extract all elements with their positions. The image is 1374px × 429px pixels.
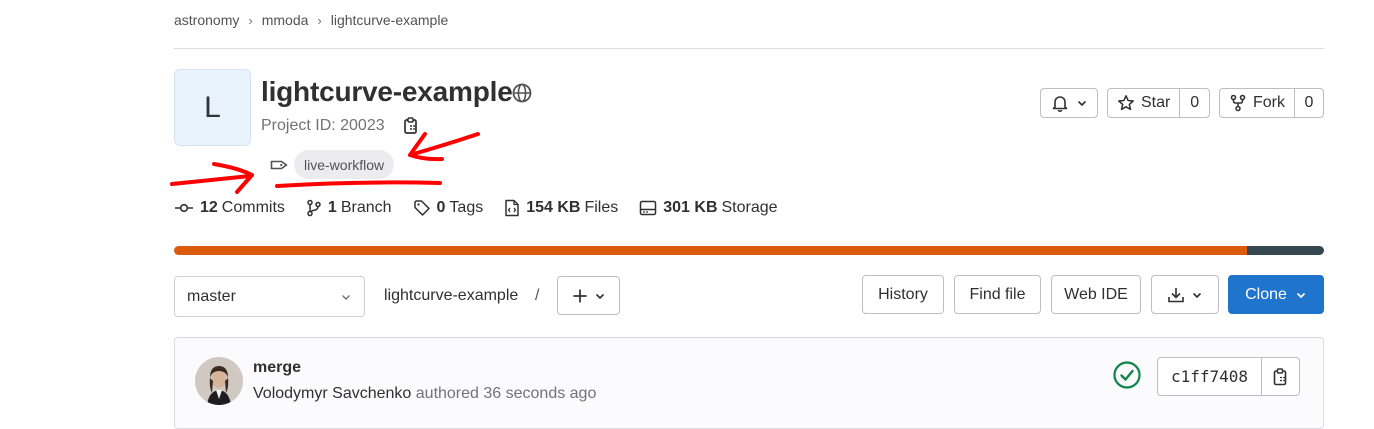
clone-label: Clone (1245, 285, 1287, 303)
download-dropdown[interactable] (1151, 275, 1219, 314)
stat-tags[interactable]: 0 Tags (413, 199, 484, 217)
history-button[interactable]: History (862, 275, 944, 314)
commit-sha-group: c1ff7408 (1157, 357, 1301, 396)
project-avatar-letter: L (204, 90, 221, 124)
stat-value: 1 (327, 199, 337, 216)
author-avatar[interactable] (195, 357, 243, 405)
fork-count[interactable]: 0 (1295, 94, 1323, 112)
commit-icon (175, 203, 193, 213)
doc-code-icon (505, 199, 519, 217)
breadcrumb-separator: › (248, 12, 253, 28)
language-segment[interactable] (1246, 246, 1324, 255)
star-icon (1118, 95, 1134, 111)
star-button[interactable]: Star 0 (1107, 88, 1210, 118)
chevron-down-icon (342, 294, 350, 300)
project-stats: 12 Commits 1 Branch 0 Tags 154 KB Files (174, 196, 799, 220)
globe-icon (512, 83, 532, 103)
copy-project-id-icon[interactable] (401, 116, 421, 136)
fork-label: Fork (1253, 94, 1285, 111)
star-label-section[interactable]: Star (1108, 89, 1181, 117)
notification-dropdown[interactable] (1040, 88, 1098, 118)
stat-branches[interactable]: 1 Branch (306, 199, 392, 217)
pipeline-status-passed-icon[interactable] (1112, 360, 1142, 390)
fork-icon (1230, 94, 1246, 112)
commit-sha[interactable]: c1ff7408 (1158, 358, 1263, 395)
last-commit-panel: merge Volodymyr Savchenko authored 36 se… (174, 337, 1324, 429)
annotation-underline (275, 180, 442, 188)
stat-label: Storage (721, 199, 778, 216)
language-segment[interactable] (174, 246, 1247, 255)
fork-button[interactable]: Fork 0 (1219, 88, 1324, 118)
clone-dropdown-button[interactable]: Clone (1228, 275, 1324, 314)
branch-selector[interactable]: master (174, 276, 365, 317)
tag-label-icon (270, 160, 288, 170)
breadcrumb-separator: › (317, 12, 322, 28)
annotation-arrow-right (408, 132, 480, 162)
stat-value: 12 (200, 199, 218, 216)
chevron-down-icon (1077, 100, 1086, 107)
chevron-down-icon (1192, 292, 1202, 298)
add-to-tree-dropdown[interactable] (557, 276, 620, 315)
repository-languages-bar[interactable] (174, 246, 1324, 255)
stat-label: Files (584, 199, 619, 216)
commit-meta: Volodymyr Savchenko authored 36 seconds … (253, 385, 596, 403)
author-photo (195, 357, 243, 405)
stat-label: Commits (221, 199, 285, 216)
breadcrumb-divider (174, 48, 1324, 49)
stat-value: 301 KB (663, 199, 718, 216)
fork-label-section[interactable]: Fork (1220, 89, 1295, 117)
branch-icon (307, 199, 321, 217)
path-separator: / (535, 287, 540, 304)
topic-badge-live-workflow[interactable]: live-workflow (294, 150, 395, 179)
project-id: Project ID: 20023 (261, 117, 385, 134)
repository-path[interactable]: lightcurve-example (384, 285, 518, 307)
plus-icon (573, 289, 586, 302)
annotation-arrow-left (170, 162, 254, 194)
star-label: Star (1141, 94, 1171, 111)
stat-value: 0 (436, 199, 446, 216)
breadcrumb-lightcurve-example[interactable]: lightcurve-example (331, 12, 449, 28)
branch-name: master (187, 287, 236, 305)
commit-message[interactable]: merge (253, 359, 301, 377)
stat-label: Branch (340, 199, 392, 216)
chevron-down-icon (1296, 292, 1306, 298)
stat-value: 154 KB (526, 199, 581, 216)
stat-commits[interactable]: 12 Commits (174, 199, 285, 217)
project-avatar: L (174, 69, 251, 146)
stat-storage[interactable]: 301 KB Storage (639, 199, 778, 217)
star-count[interactable]: 0 (1180, 94, 1209, 112)
breadcrumb: astronomy › mmoda › lightcurve-example (174, 8, 448, 32)
breadcrumb-mmoda[interactable]: mmoda (262, 12, 309, 28)
stat-label: Tags (449, 199, 484, 216)
breadcrumb-astronomy[interactable]: astronomy (174, 12, 239, 28)
chevron-down-icon (595, 293, 604, 299)
label-icon (413, 200, 430, 216)
web-ide-button[interactable]: Web IDE (1051, 275, 1141, 314)
bell-icon (1052, 96, 1067, 112)
stat-files[interactable]: 154 KB Files (504, 199, 618, 217)
commit-authored-time: authored 36 seconds ago (415, 385, 597, 402)
download-icon (1168, 287, 1184, 302)
copy-sha-button[interactable] (1262, 358, 1299, 395)
project-title: lightcurve-example (261, 76, 513, 107)
find-file-button[interactable]: Find file (954, 275, 1041, 314)
disk-icon (640, 200, 657, 216)
copy-icon (1273, 367, 1286, 385)
commit-author[interactable]: Volodymyr Savchenko (253, 385, 411, 402)
